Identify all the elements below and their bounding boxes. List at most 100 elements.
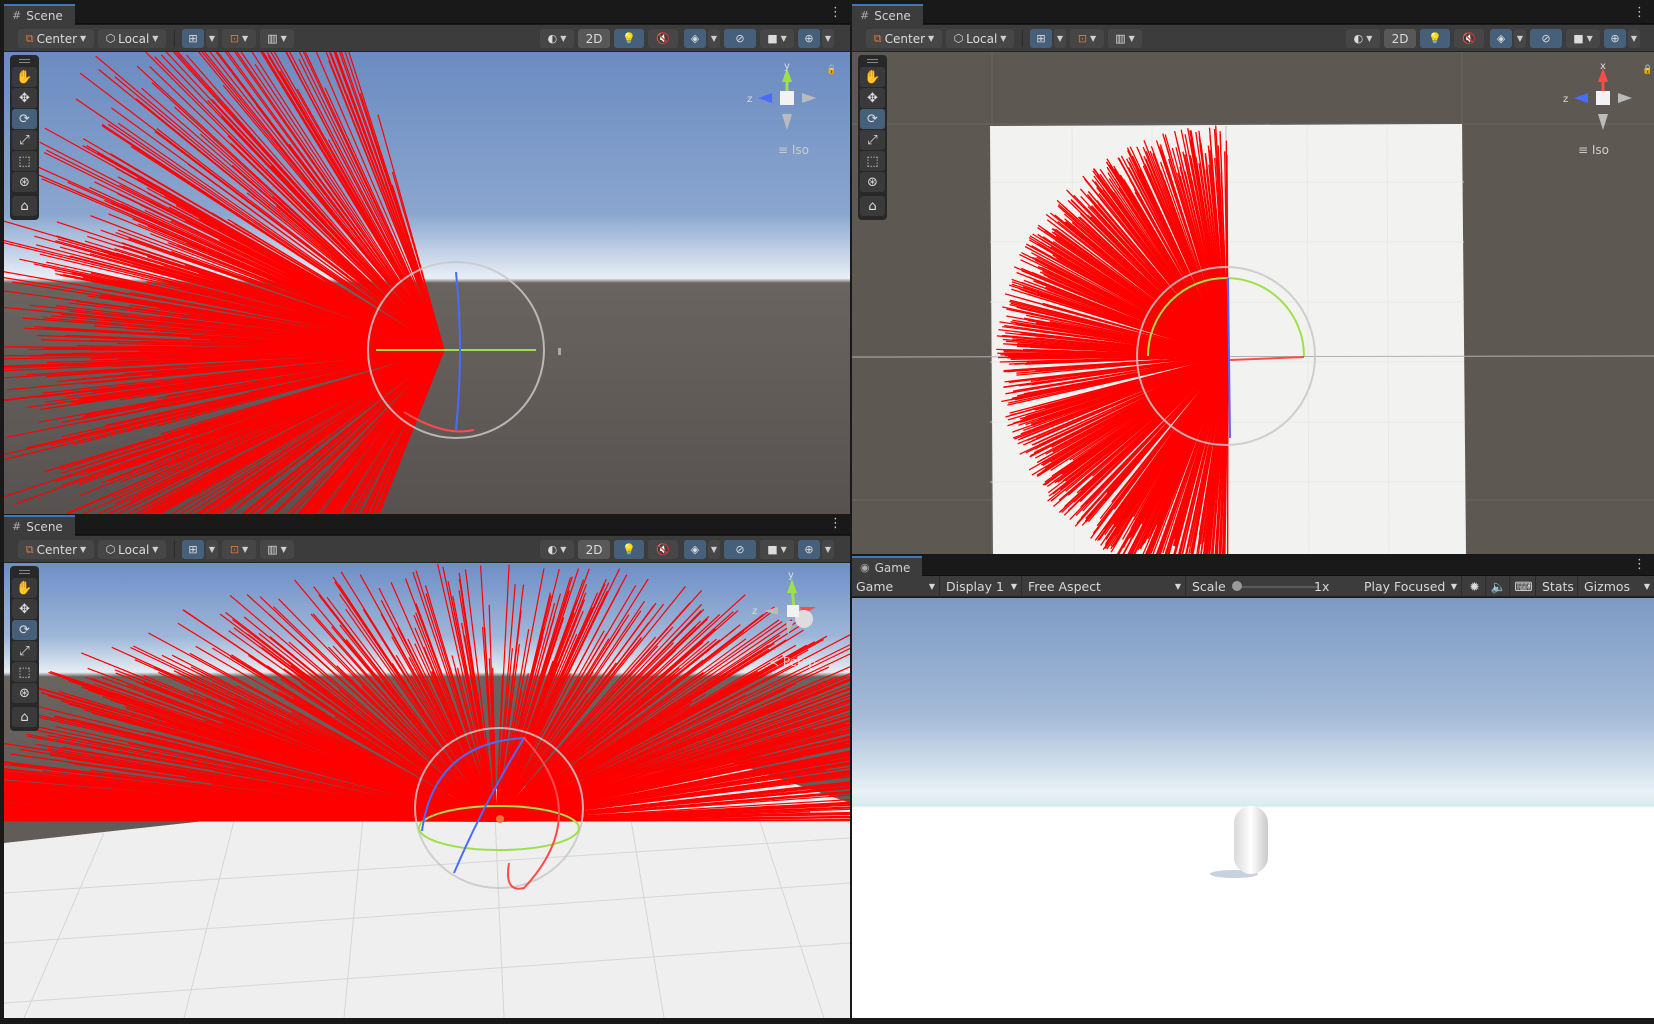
more-options-icon[interactable]: ⋮ — [1633, 6, 1646, 20]
scale-slider-thumb[interactable] — [1232, 581, 1242, 591]
shortcuts-button[interactable]: ⌨ — [1512, 576, 1536, 597]
pivot-dropdown[interactable]: ⧉ Center ▼ — [18, 540, 94, 559]
grid-visibility-button[interactable]: ▥ ▼ — [260, 540, 294, 559]
scale-tool-icon[interactable]: ⤢ — [860, 130, 885, 150]
rect-tool-icon[interactable]: ⬚ — [12, 662, 37, 682]
projection-label[interactable]: ≡ Iso — [778, 143, 809, 157]
audio-mute-button[interactable]: 🔈 — [1488, 576, 1510, 597]
gizmos-dropdown[interactable]: ▼ — [822, 540, 834, 559]
toggle-2d-button[interactable]: 2D — [578, 29, 610, 48]
orientation-gizmo[interactable]: x z 🔒 — [1560, 58, 1650, 138]
gizmos-toggle[interactable]: ⊕ — [798, 540, 820, 559]
projection-label[interactable]: ≡ Iso — [1578, 143, 1609, 157]
grid-snap-dropdown[interactable]: ▼ — [206, 29, 218, 48]
game-viewport[interactable] — [852, 598, 1654, 1018]
effects-dropdown[interactable]: ▼ — [708, 29, 720, 48]
orientation-gizmo[interactable]: y z 🔒 — [744, 58, 834, 138]
lighting-toggle[interactable]: 💡 — [614, 29, 644, 48]
hidden-objects-toggle[interactable]: ⊘ — [1530, 29, 1562, 48]
gizmos-toggle[interactable]: ⊕ — [1604, 29, 1626, 48]
tab-scene[interactable]: # Scene — [4, 4, 75, 25]
gizmos-toggle[interactable]: ⊕ — [798, 29, 820, 48]
grid-snap-dropdown[interactable]: ▼ — [206, 540, 218, 559]
scene-viewport[interactable]: ✋ ✥ ⟳ ⤢ ⬚ ⊛ ⌂ y z 🔒 ≡ Iso — [4, 52, 850, 514]
tab-scene[interactable]: # Scene — [852, 4, 923, 25]
draw-mode-dropdown[interactable]: ◐ ▼ — [540, 29, 574, 48]
draw-mode-dropdown[interactable]: ◐ ▼ — [540, 540, 574, 559]
scene-viewport[interactable]: ✋ ✥ ⟳ ⤢ ⬚ ⊛ ⌂ y z ≺ Persp — [4, 563, 850, 1018]
display-dropdown[interactable]: Display 1 ▼ — [942, 576, 1022, 597]
custom-tool-icon[interactable]: ⌂ — [12, 707, 37, 727]
audio-toggle[interactable]: 🔇 — [648, 29, 678, 48]
gizmos-dropdown[interactable]: ▼ — [1628, 29, 1640, 48]
audio-toggle[interactable]: 🔇 — [648, 540, 678, 559]
lighting-toggle[interactable]: 💡 — [1420, 29, 1450, 48]
pivot-dropdown[interactable]: ⧉ Center ▼ — [866, 29, 942, 48]
scale-slider-track[interactable] — [1236, 586, 1318, 588]
aspect-dropdown[interactable]: Free Aspect ▼ — [1024, 576, 1186, 597]
orientation-gizmo[interactable]: y z — [744, 569, 834, 649]
grid-snap-button[interactable]: ⊞ — [1030, 29, 1052, 48]
increment-snap-button[interactable]: ⊡ ▼ — [222, 540, 256, 559]
toggle-2d-button[interactable]: 2D — [1384, 29, 1416, 48]
gizmos-dropdown[interactable]: Gizmos ▼ — [1580, 576, 1654, 597]
transform-tool-icon[interactable]: ⊛ — [12, 172, 37, 192]
draw-mode-dropdown[interactable]: ◐ ▼ — [1346, 29, 1380, 48]
effects-toggle[interactable]: ◈ — [684, 29, 706, 48]
speaker-icon: 🔈 — [1490, 578, 1507, 594]
rect-tool-icon[interactable]: ⬚ — [860, 151, 885, 171]
projection-label[interactable]: ≺ Persp — [769, 655, 816, 669]
more-options-icon[interactable]: ⋮ — [829, 6, 842, 20]
gizmos-dropdown[interactable]: ▼ — [822, 29, 834, 48]
scene-render — [4, 563, 850, 1018]
custom-tool-icon[interactable]: ⌂ — [12, 196, 37, 216]
scale-tool-icon[interactable]: ⤢ — [12, 130, 37, 150]
grid-snap-button[interactable]: ⊞ — [182, 540, 204, 559]
more-options-icon[interactable]: ⋮ — [829, 517, 842, 531]
transform-tool-icon[interactable]: ⊛ — [860, 172, 885, 192]
effects-toggle[interactable]: ◈ — [1490, 29, 1512, 48]
camera-dropdown[interactable]: ■ ▼ — [760, 29, 794, 48]
hand-tool-icon[interactable]: ✋ — [12, 578, 37, 598]
grid-visibility-button[interactable]: ▥ ▼ — [1108, 29, 1142, 48]
view-mode-dropdown[interactable]: Game ▼ — [852, 576, 940, 597]
tab-game[interactable]: ◉ Game — [852, 556, 923, 577]
rect-tool-icon[interactable]: ⬚ — [12, 151, 37, 171]
increment-snap-button[interactable]: ⊡ ▼ — [1070, 29, 1104, 48]
custom-tool-icon[interactable]: ⌂ — [860, 196, 885, 216]
effects-dropdown[interactable]: ▼ — [1514, 29, 1526, 48]
stats-button[interactable]: Stats — [1538, 576, 1578, 597]
scene-viewport[interactable]: ✋ ✥ ⟳ ⤢ ⬚ ⊛ ⌂ x z 🔒 ≡ Iso — [852, 52, 1654, 554]
space-dropdown[interactable]: ⬡ Local ▼ — [946, 29, 1014, 48]
camera-dropdown[interactable]: ■ ▼ — [760, 540, 794, 559]
rotate-tool-icon[interactable]: ⟳ — [12, 109, 37, 129]
rotate-tool-icon[interactable]: ⟳ — [860, 109, 885, 129]
more-options-icon[interactable]: ⋮ — [1633, 558, 1646, 572]
toggle-2d-button[interactable]: 2D — [578, 540, 610, 559]
move-tool-icon[interactable]: ✥ — [12, 599, 37, 619]
lighting-toggle[interactable]: 💡 — [614, 540, 644, 559]
camera-dropdown[interactable]: ■ ▼ — [1566, 29, 1600, 48]
move-tool-icon[interactable]: ✥ — [12, 88, 37, 108]
grid-visibility-button[interactable]: ▥ ▼ — [260, 29, 294, 48]
hidden-objects-toggle[interactable]: ⊘ — [724, 540, 756, 559]
transform-tool-icon[interactable]: ⊛ — [12, 683, 37, 703]
grid-snap-dropdown[interactable]: ▼ — [1054, 29, 1066, 48]
effects-dropdown[interactable]: ▼ — [708, 540, 720, 559]
play-mode-dropdown[interactable]: Play Focused ▼ — [1360, 576, 1462, 597]
audio-toggle[interactable]: 🔇 — [1454, 29, 1484, 48]
hidden-objects-toggle[interactable]: ⊘ — [724, 29, 756, 48]
hand-tool-icon[interactable]: ✋ — [860, 67, 885, 87]
frame-debugger-button[interactable]: ✹ — [1464, 576, 1486, 597]
hand-tool-icon[interactable]: ✋ — [12, 67, 37, 87]
tab-scene[interactable]: # Scene — [4, 515, 75, 536]
scale-tool-icon[interactable]: ⤢ — [12, 641, 37, 661]
rotate-tool-icon[interactable]: ⟳ — [12, 620, 37, 640]
pivot-dropdown[interactable]: ⧉ Center ▼ — [18, 29, 94, 48]
increment-snap-button[interactable]: ⊡ ▼ — [222, 29, 256, 48]
space-dropdown[interactable]: ⬡ Local ▼ — [98, 29, 166, 48]
grid-snap-button[interactable]: ⊞ — [182, 29, 204, 48]
effects-toggle[interactable]: ◈ — [684, 540, 706, 559]
move-tool-icon[interactable]: ✥ — [860, 88, 885, 108]
space-dropdown[interactable]: ⬡ Local ▼ — [98, 540, 166, 559]
